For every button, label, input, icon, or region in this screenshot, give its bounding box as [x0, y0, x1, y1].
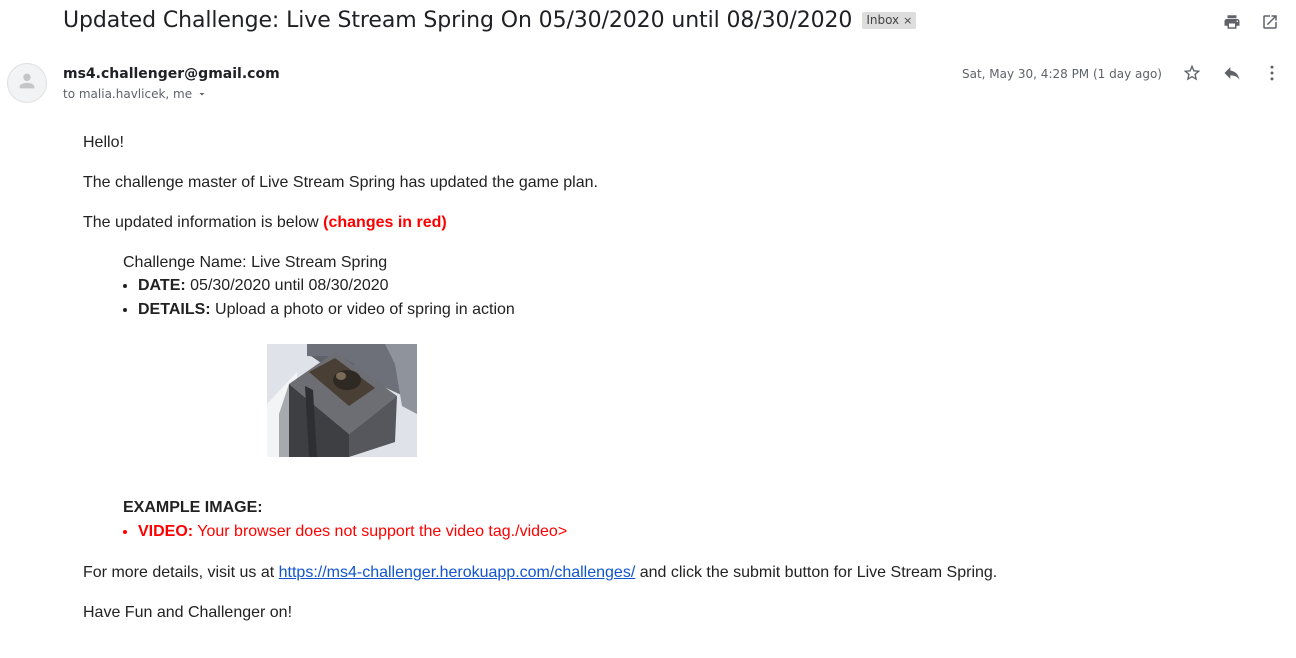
example-list: VIDEO: Your browser does not support the…: [123, 519, 567, 545]
inbox-label-chip[interactable]: Inbox ×: [862, 12, 917, 29]
subject-row: Updated Challenge: Live Stream Spring On…: [63, 8, 917, 33]
details-label: DETAILS:: [138, 301, 211, 318]
inbox-label-text: Inbox: [866, 13, 900, 27]
challenge-details: Challenge Name: Live Stream Spring DATE:…: [123, 252, 515, 322]
example-section: EXAMPLE IMAGE: VIDEO: Your browser does …: [123, 497, 567, 545]
more-details-prefix: For more details, visit us at: [83, 564, 279, 581]
print-icon[interactable]: [1222, 12, 1242, 32]
details-value: Upload a photo or video of spring in act…: [210, 301, 515, 318]
date-label: DATE:: [138, 277, 186, 294]
email-subject: Updated Challenge: Live Stream Spring On…: [63, 8, 853, 33]
thread-toolbar: [1222, 12, 1280, 32]
greeting: Hello!: [83, 134, 124, 151]
updated-info-text: The updated information is below: [83, 214, 324, 231]
video-item: VIDEO: Your browser does not support the…: [138, 519, 567, 545]
video-label: VIDEO:: [138, 523, 194, 540]
open-in-new-window-icon[interactable]: [1260, 12, 1280, 32]
updated-info-paragraph: The updated information is below (change…: [83, 212, 447, 234]
video-value: Your browser does not support the video …: [193, 523, 568, 540]
changes-note: (changes in red): [323, 214, 447, 231]
remove-label-button[interactable]: ×: [903, 14, 912, 27]
star-icon[interactable]: [1182, 63, 1202, 83]
reply-icon[interactable]: [1222, 63, 1242, 83]
challenges-link[interactable]: https://ms4-challenger.herokuapp.com/cha…: [279, 564, 636, 581]
challenge-name: Challenge Name: Live Stream Spring: [123, 254, 388, 271]
message-date: Sat, May 30, 4:28 PM (1 day ago): [961, 67, 1162, 81]
date-value: 05/30/2020 until 08/30/2020: [185, 277, 389, 294]
example-image: [267, 344, 417, 457]
message-actions: [1182, 63, 1282, 83]
closing-line: Have Fun and Challenger on!: [83, 604, 293, 621]
recipients-text: to malia.havlicek, me: [63, 87, 193, 101]
recipients-line: to malia.havlicek, me: [63, 87, 208, 101]
person-icon: [16, 70, 38, 97]
more-details-suffix: and click the submit button for Live Str…: [635, 564, 998, 581]
more-vertical-icon[interactable]: [1262, 63, 1282, 83]
intro-paragraph: The challenge master of Live Stream Spri…: [83, 174, 598, 191]
more-details-paragraph: For more details, visit us at https://ms…: [83, 562, 997, 584]
challenge-details-list: DATE: 05/30/2020 until 08/30/2020 DETAIL…: [123, 274, 515, 322]
chevron-down-icon[interactable]: [196, 88, 208, 100]
list-item-date: DATE: 05/30/2020 until 08/30/2020: [138, 274, 515, 298]
example-image-title: EXAMPLE IMAGE:: [123, 499, 263, 516]
list-item-details: DETAILS: Upload a photo or video of spri…: [138, 298, 515, 322]
sender-email[interactable]: ms4.challenger@gmail.com: [63, 66, 280, 82]
sender-avatar: [7, 63, 47, 103]
